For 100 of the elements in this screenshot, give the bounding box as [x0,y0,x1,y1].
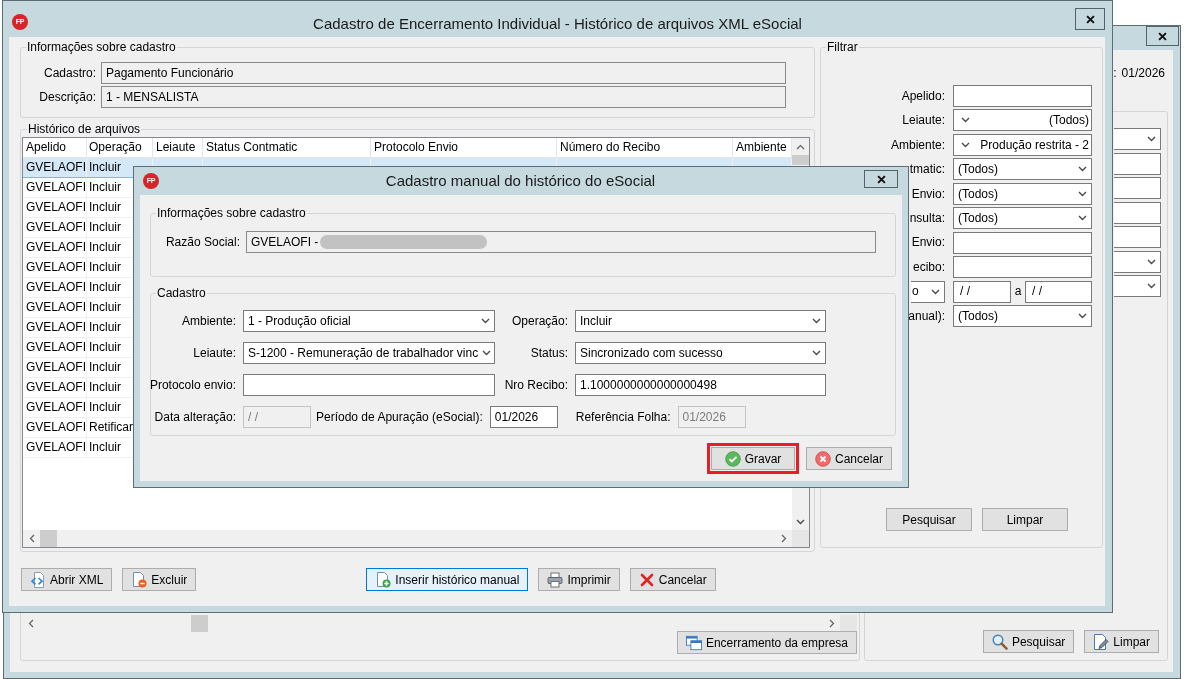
field-label: Descrição: [39,89,96,105]
field-label: : [1113,65,1117,81]
text-field[interactable]: GVELAOFI - [246,231,876,253]
clear-button[interactable]: Limpar [1084,630,1159,653]
chevron-down-icon [482,350,492,356]
column-header[interactable]: Número do Recibo [557,138,733,157]
x-icon [638,571,655,588]
close-icon [1085,14,1095,24]
horizontal-scrollbar[interactable] [23,530,792,547]
text-field[interactable] [1114,226,1161,248]
table-cell: GVELAOFI [23,258,87,277]
chevron-left-icon [28,534,35,543]
table-cell: GVELAOFI [23,298,87,317]
column-header[interactable]: Status Contmatic [203,138,371,157]
company-button[interactable]: Encerramento da empresa [676,631,857,654]
group-title: Cadastro [156,286,207,300]
close-button[interactable] [1146,26,1179,46]
table-cell: GVELAOFI [23,358,87,377]
chevron-down-icon [1078,215,1087,222]
field-label: tmatic: [909,162,945,177]
dropdown[interactable]: o [911,280,945,303]
column-header[interactable]: Protocolo Envio [371,138,557,157]
dropdown[interactable]: 1 - Produção oficial [243,310,495,332]
date-field[interactable]: / / [953,280,1011,303]
cancel-button[interactable]: Cancelar [629,568,716,591]
text-field[interactable]: 1.1000000000000000498 [575,374,826,396]
table-cell: GVELAOFI [23,218,87,237]
chevron-down-icon [812,350,821,356]
group-title: Filtrar [826,40,859,54]
text-field[interactable]: Pagamento Funcionário [101,62,786,84]
table-cell: GVELAOFI [23,418,87,437]
field-label: Envio: [911,235,945,250]
chevron-down-icon [1078,312,1087,319]
text-field[interactable]: 01/2026 [489,406,558,428]
delete-button[interactable]: Excluir [122,568,197,591]
field-label: Razão Social: [165,234,240,250]
table-cell: GVELAOFI [23,338,87,357]
close-button[interactable] [1075,8,1105,30]
search-icon [991,633,1008,650]
insert-button[interactable]: Inserir histórico manual [366,568,529,591]
dropdown[interactable]: (Todos) [953,304,1092,327]
text-field[interactable] [1114,177,1161,199]
print-button[interactable]: Imprimir [538,568,620,591]
dropdown[interactable]: (Todos) [953,182,1092,205]
dropdown[interactable]: Produção restrita - 2 [953,133,1092,156]
field-label: Leiaute: [902,113,945,128]
field-label: Ambiente: [181,313,236,329]
column-header[interactable]: Operação [87,138,153,157]
field-label: Apelido: [901,88,945,104]
field-label: Operação: [511,313,568,329]
cancel-circle-icon [814,450,831,467]
text-field[interactable] [1114,152,1161,175]
text-field[interactable] [243,374,495,396]
scrollbar-thumb[interactable] [792,155,809,165]
scrollbar-thumb[interactable] [40,530,57,547]
code-file-icon [30,571,46,588]
chevron-down-icon [1147,258,1156,265]
field-label: nsulta: [909,211,945,226]
dropdown[interactable] [1114,275,1161,297]
cancel-button[interactable]: Cancelar [805,447,892,470]
chevron-down-icon [931,288,940,295]
text-field[interactable]: 1 - MENSALISTA [101,86,786,108]
text-field[interactable] [953,256,1092,279]
document-minus-icon [131,571,148,588]
dropdown[interactable]: (Todos) [953,109,1092,132]
text-field[interactable] [1114,201,1161,224]
dropdown[interactable]: S-1200 - Remuneração de trabalhador vinc [243,342,495,364]
chevron-right-icon [828,619,835,628]
dropdown[interactable]: (Todos) [953,158,1092,181]
chevron-down-icon [1147,136,1156,142]
field-label: Leiaute: [193,345,236,361]
close-icon [1158,31,1167,41]
date-field[interactable]: / / [1025,280,1092,303]
scrollbar-corner [792,530,809,547]
group-title: Informações sobre cadastro [26,40,177,54]
search-button[interactable]: Pesquisar [886,508,972,531]
text-field[interactable] [953,85,1092,107]
dropdown[interactable]: (Todos) [953,207,1092,230]
dropdown[interactable]: Sincronizado com sucesso [575,342,826,364]
document-plus-icon [375,571,392,588]
chevron-down-icon [1078,190,1087,197]
scrollbar-thumb[interactable] [191,615,208,632]
field-label: anual): [908,308,945,324]
clear-button[interactable]: Limpar [982,508,1068,531]
dropdown[interactable] [1114,128,1161,150]
text-field[interactable] [953,231,1092,254]
column-header[interactable]: Leiaute [153,138,203,157]
close-button[interactable] [864,170,898,188]
group-title: Informações sobre cadastro [156,206,307,220]
table-cell: GVELAOFI [23,198,87,217]
dropdown[interactable]: Incluir [575,310,826,332]
windows-icon [685,634,702,651]
window-title: Cadastro de Encerramento Individual - Histórico de arquivos XML eSocial [312,15,803,33]
chevron-down-icon [1147,283,1156,289]
open-button[interactable]: Abrir XML [21,568,113,591]
column-header[interactable]: Apelido [23,138,87,157]
search-button[interactable]: Pesquisar [982,630,1075,653]
dropdown[interactable] [1114,250,1161,273]
save-button[interactable]: Gravar [710,447,795,470]
chevron-down-icon [961,117,970,124]
